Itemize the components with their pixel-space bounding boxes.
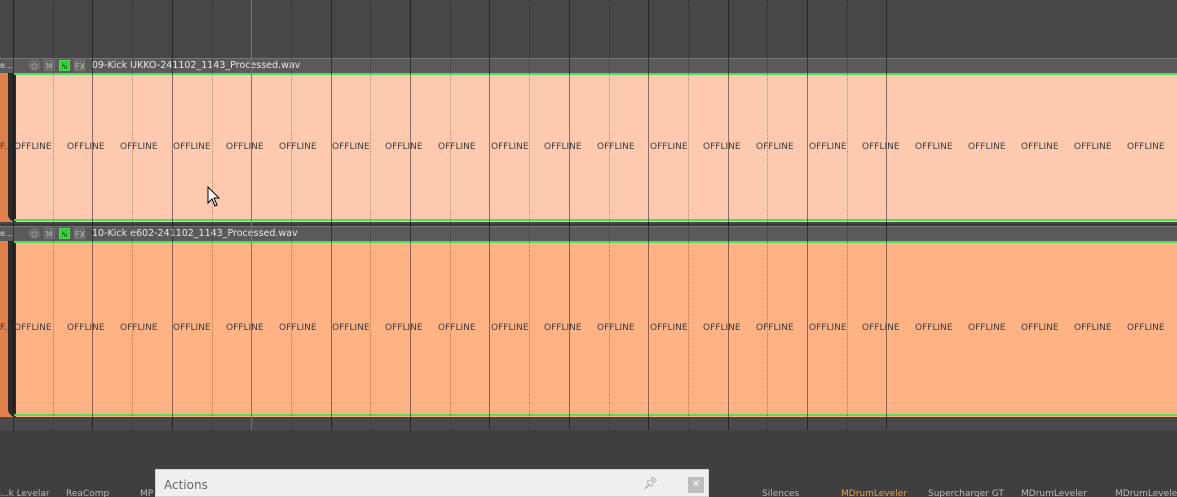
offline-label: OFFLINE	[385, 323, 423, 333]
item-header-2[interactable]: e... ⏻ M ∿ FX 10-Kick e602-241102_1143_P…	[0, 226, 1177, 241]
offline-label: OFFLINE	[67, 142, 105, 152]
fx-button[interactable]: FX	[74, 228, 85, 239]
offline-label: OFFLINE	[703, 323, 741, 333]
offline-label: OFFLINE	[1074, 142, 1112, 152]
pin-icon[interactable]: 📌︎	[643, 476, 658, 490]
envelope-icon[interactable]: ∿	[59, 228, 70, 239]
offline-label: OFFLINE	[756, 323, 794, 333]
docker-tab[interactable]: ReaComp	[66, 489, 109, 497]
media-item-2[interactable]: e... ⏻ M ∿ FX 10-Kick e602-241102_1143_P…	[0, 226, 1177, 419]
offline-label: OFFLINE	[14, 142, 52, 152]
offline-label: OFFLINE	[120, 142, 158, 152]
mouse-cursor-icon	[207, 186, 221, 207]
offline-label: OFFLINE	[915, 142, 953, 152]
offline-label: OFFLINE	[173, 142, 211, 152]
offline-label: OFFLINE	[650, 323, 688, 333]
offline-label: OFFLINE	[332, 142, 370, 152]
docker-tab[interactable]: MDrumLeveler	[841, 489, 907, 497]
power-icon[interactable]: ⏻	[29, 228, 40, 239]
actions-window[interactable]: Actions 📌︎ ✕	[155, 469, 709, 497]
offline-label: OFFLINE	[438, 142, 476, 152]
offline-label: OFFLINE	[703, 142, 741, 152]
offline-label-first: F...	[0, 323, 13, 333]
offline-label: OFFLINE	[1127, 323, 1165, 333]
offline-label: OFFLINE	[862, 323, 900, 333]
offline-label: OFFLINE	[544, 323, 582, 333]
item-body-1[interactable]: F... OFFLINE OFFLINE OFFLINE OFFLINE OFFLINE…	[0, 73, 1177, 222]
offline-label: OFFLINE	[226, 142, 264, 152]
offline-label: OFFLINE	[438, 323, 476, 333]
offline-label: OFFLINE	[862, 142, 900, 152]
volume-line-bottom	[14, 219, 1177, 221]
fx-button[interactable]: FX	[74, 60, 85, 71]
offline-label: OFFLINE	[968, 142, 1006, 152]
docker-tab[interactable]: MP	[140, 489, 153, 497]
item-filename: 09-Kick UKKO-241102_1143_Processed.wav	[92, 60, 301, 71]
empty-track-area[interactable]	[0, 419, 1177, 430]
envelope-icon[interactable]: ∿	[59, 60, 70, 71]
offline-label: OFFLINE	[491, 323, 529, 333]
offline-label: OFFLINE	[226, 323, 264, 333]
offline-label: OFFLINE	[1074, 323, 1112, 333]
offline-label: OFFLINE	[1021, 323, 1059, 333]
offline-label: OFFLINE	[756, 142, 794, 152]
offline-label: OFFLINE	[809, 142, 847, 152]
docker-tab[interactable]: MDrumLeveler	[1021, 489, 1087, 497]
volume-line-top	[14, 241, 1177, 243]
docker-tab[interactable]: Supercharger GT	[928, 489, 1004, 497]
power-icon[interactable]: ⏻	[29, 60, 40, 71]
close-icon[interactable]: ✕	[688, 477, 704, 493]
offline-label: OFFLINE	[809, 323, 847, 333]
offline-label: OFFLINE	[544, 142, 582, 152]
volume-line-top	[14, 73, 1177, 75]
offline-label: OFFLINE	[597, 142, 635, 152]
volume-line-bottom	[14, 414, 1177, 416]
item-header-1[interactable]: e... ⏻ M ∿ FX 09-Kick UKKO-241102_1143_P…	[0, 58, 1177, 73]
offline-label: OFFLINE	[120, 323, 158, 333]
offline-label: OFFLINE	[385, 142, 423, 152]
media-item-1[interactable]: e... ⏻ M ∿ FX 09-Kick UKKO-241102_1143_P…	[0, 58, 1177, 224]
offline-label: OFFLINE	[332, 323, 370, 333]
offline-label: OFFLINE	[279, 142, 317, 152]
docker-tab[interactable]: MDrumLeveler	[1115, 489, 1177, 497]
arrange-view[interactable]: e... ⏻ M ∿ FX 09-Kick UKKO-241102_1143_P…	[0, 0, 1177, 430]
mute-button[interactable]: M	[44, 228, 55, 239]
docker-tab[interactable]: Silences	[762, 489, 799, 497]
offline-label: OFFLINE	[1127, 142, 1165, 152]
actions-window-title: Actions	[164, 478, 208, 492]
offline-label: OFFLINE	[67, 323, 105, 333]
offline-label: OFFLINE	[279, 323, 317, 333]
item-body-2[interactable]: F... OFFLINE OFFLINE OFFLINE OFFLINE OFFLINE…	[0, 241, 1177, 417]
offline-label: OFFLINE	[14, 323, 52, 333]
item-prefix-text: e...	[0, 229, 13, 238]
empty-track-area[interactable]	[0, 0, 1177, 58]
offline-label: OFFLINE	[968, 323, 1006, 333]
offline-label: OFFLINE	[915, 323, 953, 333]
offline-label: OFFLINE	[650, 142, 688, 152]
mute-button[interactable]: M	[44, 60, 55, 71]
offline-label: OFFLINE	[491, 142, 529, 152]
item-prefix-text: e...	[0, 61, 13, 70]
item-filename: 10-Kick e602-241102_1143_Processed.wav	[92, 228, 298, 239]
docker-tab[interactable]: ...k Levelar	[0, 489, 50, 497]
offline-label-first: F...	[0, 142, 13, 152]
offline-label: OFFLINE	[597, 323, 635, 333]
offline-label: OFFLINE	[1021, 142, 1059, 152]
play-cursor	[251, 0, 252, 430]
offline-label: OFFLINE	[173, 323, 211, 333]
